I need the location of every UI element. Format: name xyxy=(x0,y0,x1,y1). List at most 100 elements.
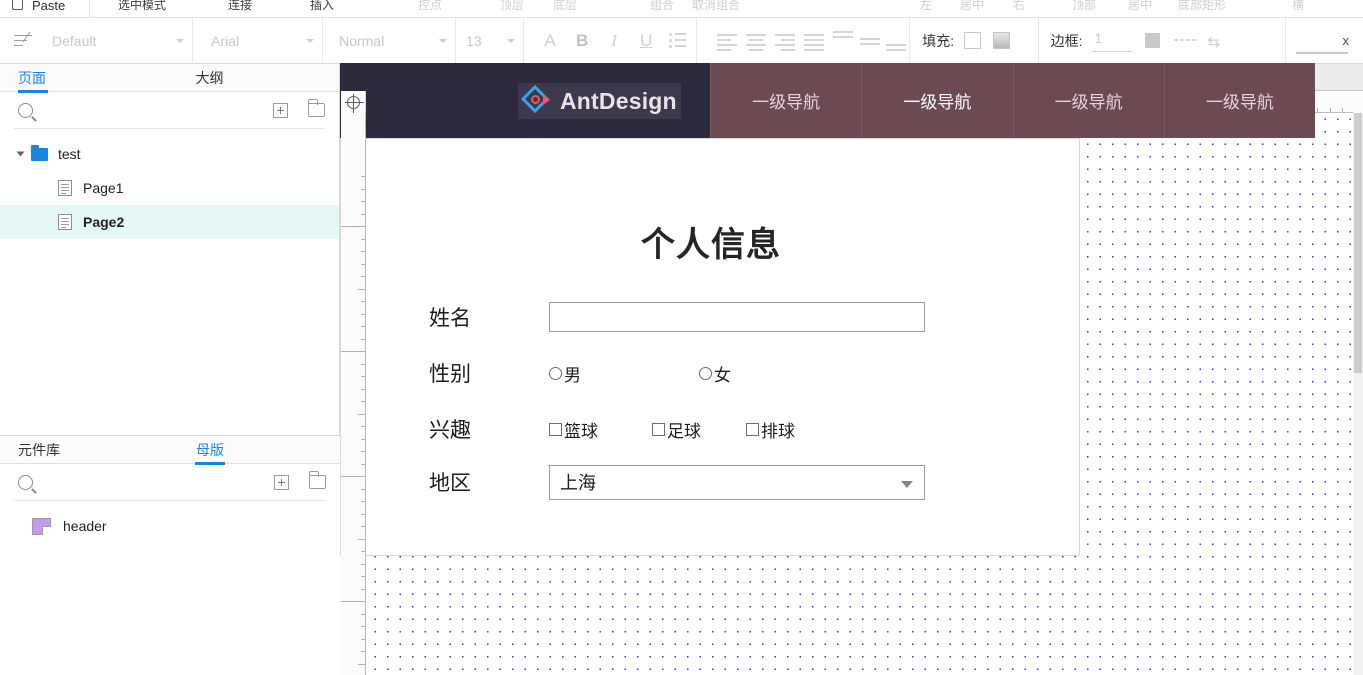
align-justify-icon[interactable] xyxy=(802,28,827,54)
tree-item-page1[interactable]: Page1 xyxy=(0,171,339,205)
font-size-select[interactable]: 13 xyxy=(456,18,523,64)
personal-info-form-card[interactable]: 个人信息 姓名 性别 男 女 兴趣 篮球 足球 排球 地区 上海 xyxy=(340,138,1080,556)
border-width-input[interactable]: 1 xyxy=(1090,30,1133,52)
border-dash-style-icon[interactable] xyxy=(1173,34,1196,48)
brand-lockup[interactable]: AntDesign xyxy=(518,83,681,119)
line-style-group[interactable]: x xyxy=(1286,18,1363,64)
ribbon-item-bring-front[interactable]: 顶层 xyxy=(500,0,524,13)
radio-icon[interactable] xyxy=(549,366,562,380)
scrollbar-thumb[interactable] xyxy=(1354,113,1362,373)
font-family-select[interactable]: Arial xyxy=(193,18,322,64)
ruler-origin-button[interactable] xyxy=(341,91,366,113)
vertical-align-top-icon[interactable] xyxy=(830,28,855,54)
interest-checkbox-volleyball[interactable]: 排球 xyxy=(746,417,795,442)
interest-checkbox-football[interactable]: 足球 xyxy=(652,417,746,442)
tree-item-page2[interactable]: Page2 xyxy=(0,205,339,239)
fill-none-swatch[interactable] xyxy=(964,32,982,49)
ribbon-item-horizontal[interactable]: 横 xyxy=(1292,0,1304,13)
line-preview xyxy=(1295,51,1348,54)
checkbox-icon[interactable] xyxy=(549,422,562,436)
crosshair-icon xyxy=(344,93,364,113)
add-master-icon[interactable] xyxy=(274,474,289,490)
vertical-align-middle-icon[interactable] xyxy=(857,28,882,54)
add-folder-icon[interactable] xyxy=(307,99,325,117)
style-value: Default xyxy=(52,32,97,49)
nav-item-1[interactable]: 一级导航 xyxy=(710,63,862,138)
border-color-swatch[interactable] xyxy=(1144,33,1160,48)
ribbon-item-handle[interactable]: 控点 xyxy=(418,0,442,13)
fill-gradient-swatch[interactable] xyxy=(993,32,1011,49)
list-item-master-header[interactable]: header xyxy=(0,509,340,543)
region-select[interactable]: 上海 xyxy=(549,464,925,500)
brand-name: AntDesign xyxy=(560,87,677,114)
ribbon-item-insert[interactable]: 插入 xyxy=(310,0,334,13)
tab-outline[interactable]: 大纲 xyxy=(80,64,339,92)
style-edit-icon[interactable] xyxy=(14,31,40,49)
font-weight-select[interactable]: Normal xyxy=(323,18,455,64)
vertical-ruler[interactable]: 0 100 200 300 400 xyxy=(341,113,366,675)
nav-item-3[interactable]: 一级导航 xyxy=(1012,63,1164,138)
nav-item-4[interactable]: 一级导航 xyxy=(1163,63,1315,138)
search-icon[interactable] xyxy=(18,102,33,118)
ribbon-item-ungroup[interactable]: 取消组合 xyxy=(692,0,740,13)
radio-icon[interactable] xyxy=(699,366,712,380)
interest-option-label: 排球 xyxy=(761,421,795,441)
clipboard-icon xyxy=(12,0,23,10)
interest-checkbox-basketball[interactable]: 篮球 xyxy=(549,417,652,442)
tab-outline-label: 大纲 xyxy=(195,70,224,86)
align-center-icon[interactable] xyxy=(744,28,769,54)
gender-radio-female[interactable]: 女 xyxy=(699,361,731,386)
ribbon-item-connect[interactable]: 连接 xyxy=(228,0,252,13)
ribbon-item-align-bottom[interactable]: 底部矩形 xyxy=(1178,0,1226,13)
tree-item-label: Page1 xyxy=(83,180,124,196)
gender-option-label: 男 xyxy=(564,365,581,385)
form-row-region: 地区 上海 xyxy=(429,464,1049,500)
site-brand-area: AntDesign xyxy=(340,63,710,138)
align-left-icon[interactable] xyxy=(715,28,740,54)
tree-item-folder-test[interactable]: test xyxy=(0,137,339,171)
bold-button[interactable]: B xyxy=(566,25,598,57)
italic-button[interactable]: I xyxy=(598,25,630,57)
pages-search-row xyxy=(0,92,339,128)
bullet-list-button[interactable] xyxy=(662,25,694,57)
underline-button[interactable]: U xyxy=(630,25,662,57)
add-page-icon[interactable] xyxy=(273,102,288,118)
border-group: 边框: 1 ⇆ xyxy=(1039,17,1286,64)
tree-item-label: Page2 xyxy=(83,214,125,230)
ribbon-item-align-middle[interactable]: 居中 xyxy=(1128,0,1152,13)
tab-pages[interactable]: 页面 xyxy=(0,64,80,93)
ribbon-item-align-left[interactable]: 左 xyxy=(920,0,932,13)
tab-widget-library[interactable]: 元件库 xyxy=(0,436,80,464)
chevron-down-icon[interactable] xyxy=(16,151,25,157)
name-input[interactable] xyxy=(549,302,925,332)
style-select[interactable]: Default xyxy=(44,18,192,64)
add-folder-icon[interactable] xyxy=(308,471,326,489)
nav-item-label: 一级导航 xyxy=(1205,93,1274,112)
format-toolbar: Default Arial Normal 13 A B I U 填充: 边框: … xyxy=(0,17,1363,64)
tab-widget-library-label: 元件库 xyxy=(18,442,60,458)
ribbon-item-select-mode[interactable]: 选中模式 xyxy=(118,0,166,13)
nav-item-2[interactable]: 一级导航 xyxy=(861,63,1013,138)
align-right-icon[interactable] xyxy=(773,28,798,54)
ribbon-item-align-right[interactable]: 右 xyxy=(1013,0,1025,13)
page-icon xyxy=(58,214,72,230)
form-row-gender: 性别 男 女 xyxy=(429,358,1049,388)
gender-option-label: 女 xyxy=(714,365,731,385)
paste-button[interactable]: Paste xyxy=(0,0,90,17)
gender-radio-male[interactable]: 男 xyxy=(549,361,699,386)
arrow-style-icon[interactable]: ⇆ xyxy=(1208,33,1230,51)
chevron-down-icon xyxy=(439,38,448,43)
canvas-vertical-scrollbar[interactable] xyxy=(1353,113,1363,675)
vertical-align-bottom-icon[interactable] xyxy=(883,28,908,54)
ribbon-item-align-center[interactable]: 居中 xyxy=(960,0,984,13)
search-icon[interactable] xyxy=(18,474,33,490)
checkbox-icon[interactable] xyxy=(746,422,759,436)
ribbon-item-align-top[interactable]: 顶部 xyxy=(1072,0,1096,13)
ribbon-item-send-back[interactable]: 底层 xyxy=(553,0,577,13)
site-header-widget[interactable]: AntDesign 一级导航 一级导航 一级导航 一级导航 xyxy=(340,63,1315,138)
ribbon-item-group[interactable]: 组合 xyxy=(650,0,674,13)
font-color-button[interactable]: A xyxy=(534,25,566,57)
checkbox-icon[interactable] xyxy=(652,422,665,436)
font-size-group: 13 xyxy=(456,17,525,64)
tab-masters[interactable]: 母版 xyxy=(80,436,340,464)
